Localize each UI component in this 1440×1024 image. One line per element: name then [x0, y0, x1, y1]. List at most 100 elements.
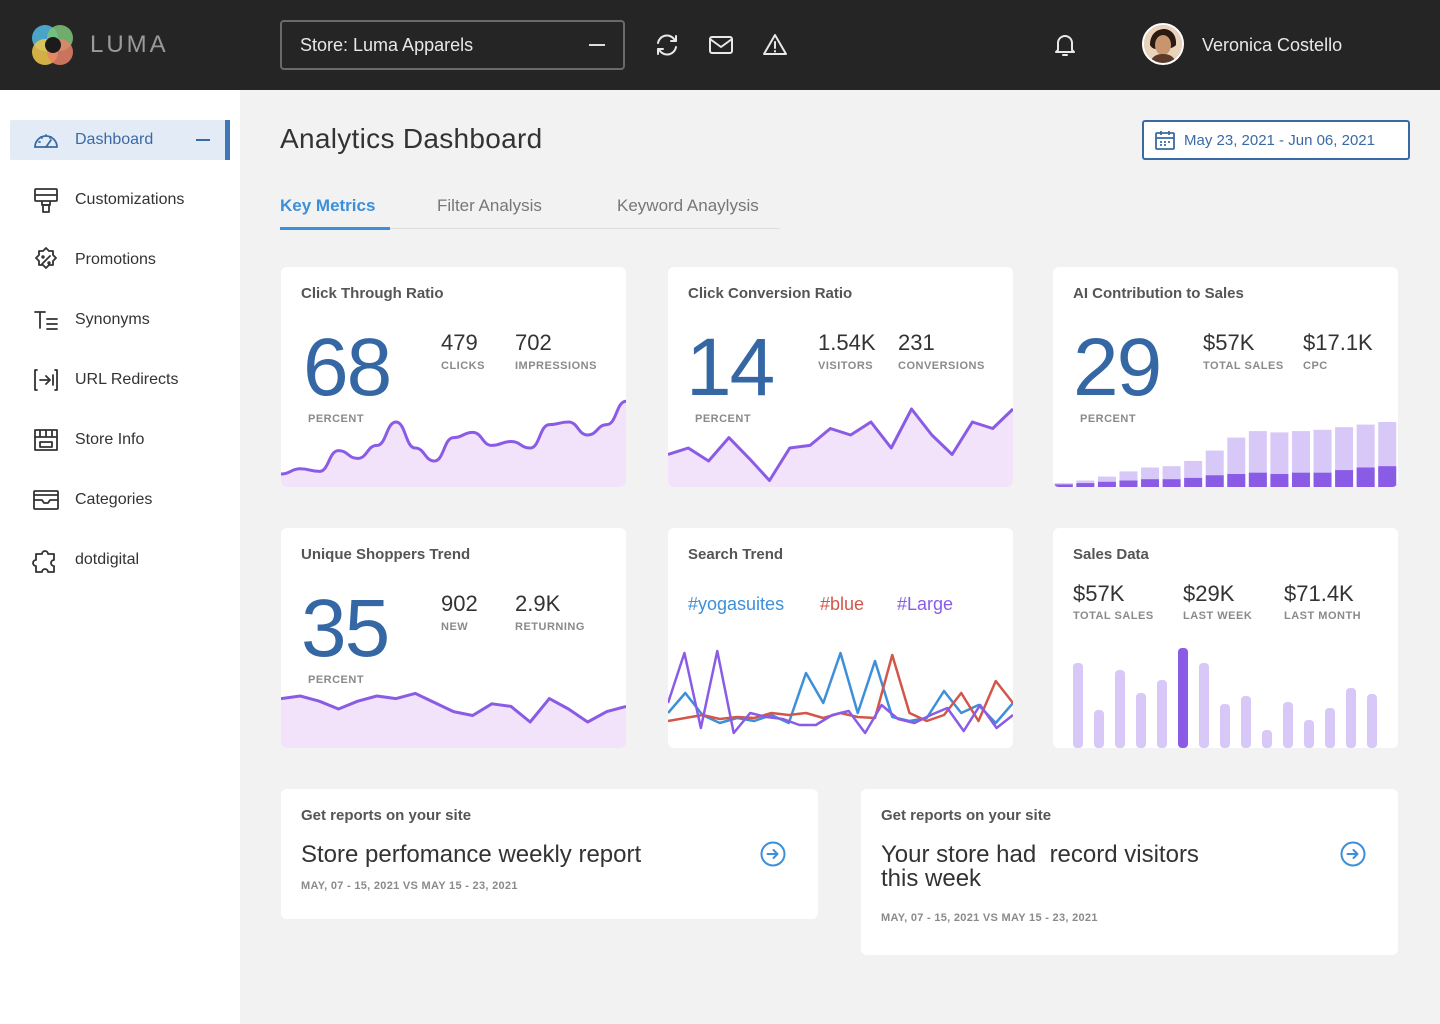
stat-value: $17.1K: [1303, 330, 1373, 355]
card-title: Click Conversion Ratio: [688, 285, 853, 302]
sales-bar: [1178, 648, 1188, 748]
tab-key-metrics[interactable]: Key Metrics: [280, 196, 375, 216]
bar-contribution: [1248, 472, 1267, 487]
sidebar-item-label: Categories: [75, 491, 153, 508]
sales-bar: [1262, 730, 1272, 748]
top-bar: LUMA Store: Luma Apparels Veronica Coste…: [0, 0, 1440, 90]
metric-unit: PERCENT: [695, 413, 752, 425]
report-subtitle: Get reports on your site: [301, 807, 472, 824]
puzzle-icon: [32, 550, 55, 573]
bar-contribution: [1162, 479, 1181, 487]
report-title: Store perfomance weekly report: [301, 841, 642, 868]
date-range-picker[interactable]: May 23, 2021 - Jun 06, 2021: [1142, 120, 1410, 160]
promotion-badge-icon: [35, 247, 57, 269]
stat-value: $57K: [1073, 581, 1125, 606]
report-card-visitors[interactable]: Get reports on your site Your store had …: [861, 789, 1398, 955]
sales-bar: [1220, 704, 1230, 748]
stat-value: 1.54K: [818, 330, 876, 355]
mail-icon[interactable]: [708, 33, 734, 57]
report-card-weekly[interactable]: Get reports on your site Store perfomanc…: [281, 789, 818, 919]
click-through-ratio-card[interactable]: Click Through Ratio 68 PERCENT 479 CLICK…: [281, 267, 626, 487]
sidebar-item-url-redirects[interactable]: URL Redirects: [10, 360, 230, 400]
sidebar-item-dotdigital[interactable]: dotdigital: [10, 540, 230, 580]
warning-icon[interactable]: [762, 33, 788, 57]
sidebar-item-label: Store Info: [75, 431, 145, 448]
dashboard-icon: [34, 134, 58, 148]
categories-icon: [33, 490, 59, 510]
stat-label: TOTAL SALES: [1073, 610, 1154, 622]
stat-label: TOTAL SALES: [1203, 360, 1284, 372]
search-tag-blue[interactable]: #blue: [820, 594, 864, 615]
sales-bar: [1283, 702, 1293, 748]
sidebar-item-store-info[interactable]: Store Info: [10, 420, 230, 460]
arrow-right-circle-icon[interactable]: [760, 841, 786, 867]
sidebar-item-dashboard[interactable]: Dashboard: [10, 120, 230, 160]
collapse-icon[interactable]: [196, 139, 210, 141]
sales-bar: [1325, 708, 1335, 748]
tab-filter-analysis[interactable]: Filter Analysis: [437, 196, 542, 216]
arrow-right-circle-icon[interactable]: [1340, 841, 1366, 867]
metric-unit: PERCENT: [1080, 413, 1137, 425]
refresh-icon[interactable]: [654, 33, 680, 57]
sidebar-item-label: dotdigital: [75, 551, 140, 568]
sidebar-item-label: URL Redirects: [75, 371, 179, 388]
sidebar-item-promotions[interactable]: Promotions: [10, 240, 230, 280]
store-select-value: Store: Luma Apparels: [300, 34, 474, 55]
tab-keyword-analysis[interactable]: Keyword Anaylysis: [617, 196, 759, 216]
synonyms-icon: [34, 311, 58, 330]
card-title: Unique Shoppers Trend: [301, 546, 471, 563]
stat-label: VISITORS: [818, 360, 874, 372]
card-title: Search Trend: [688, 546, 784, 563]
stat-value: 902: [441, 591, 478, 616]
search-tag-yogasuites[interactable]: #yogasuites: [688, 594, 784, 615]
click-conversion-ratio-card[interactable]: Click Conversion Ratio 14 PERCENT 1.54K …: [668, 267, 1013, 487]
ai-contribution-card[interactable]: AI Contribution to Sales 29 PERCENT $57K…: [1053, 267, 1398, 487]
sidebar-item-label: Dashboard: [75, 131, 154, 148]
stat-value: $57K: [1203, 330, 1255, 355]
sidebar-item-label: Customizations: [75, 191, 185, 208]
sales-data-card[interactable]: Sales Data $57K TOTAL SALES $29K LAST WE…: [1053, 528, 1398, 748]
page-title: Analytics Dashboard: [280, 123, 543, 154]
bell-icon[interactable]: [1052, 32, 1078, 58]
avatar[interactable]: [1142, 23, 1184, 65]
bar-contribution: [1313, 472, 1332, 487]
sales-bar: [1136, 693, 1146, 748]
metric-value: 14: [686, 322, 775, 413]
sidebar-item-categories[interactable]: Categories: [10, 480, 230, 520]
collapse-icon: [589, 44, 605, 46]
bar-contribution: [1076, 483, 1095, 487]
redirect-icon: [34, 369, 58, 391]
stat-label: LAST MONTH: [1284, 610, 1362, 622]
report-subtitle: Get reports on your site: [881, 807, 1052, 824]
search-trend-card[interactable]: Search Trend #yogasuites #blue #Large: [668, 528, 1013, 748]
sales-bar: [1157, 680, 1167, 748]
logo-text: LUMA: [90, 31, 169, 58]
stat-label: CLICKS: [441, 360, 485, 372]
bar-contribution: [1184, 477, 1203, 487]
stat-label: LAST WEEK: [1183, 610, 1253, 622]
sidebar: Dashboard Customizations Promotions Syno…: [0, 90, 240, 1024]
card-title: Click Through Ratio: [301, 285, 444, 302]
bar-contribution: [1205, 475, 1224, 487]
sales-bar: [1115, 670, 1125, 748]
area-fill: [281, 693, 626, 748]
search-tag-large[interactable]: #Large: [897, 594, 953, 615]
sidebar-item-customizations[interactable]: Customizations: [10, 180, 230, 220]
calendar-icon: [1155, 131, 1175, 150]
bar-contribution: [1335, 470, 1354, 487]
metric-value: 35: [301, 583, 390, 674]
bar-contribution: [1227, 474, 1246, 487]
user-name[interactable]: Veronica Costello: [1202, 35, 1342, 56]
metric-value: 29: [1073, 322, 1162, 413]
bar-contribution: [1097, 481, 1116, 487]
stat-label: RETURNING: [515, 621, 585, 633]
avatar-image: [1144, 25, 1182, 63]
report-title-line2: this week: [881, 865, 982, 892]
report-title: Your store had record visitors: [881, 841, 1199, 868]
stat-value: 2.9K: [515, 591, 561, 616]
unique-shoppers-card[interactable]: Unique Shoppers Trend 35 PERCENT 902 NEW…: [281, 528, 626, 748]
store-select[interactable]: Store: Luma Apparels: [280, 20, 625, 70]
sidebar-item-synonyms[interactable]: Synonyms: [10, 300, 230, 340]
stat-value: 231: [898, 330, 935, 355]
luma-logo-icon[interactable]: [30, 22, 76, 68]
